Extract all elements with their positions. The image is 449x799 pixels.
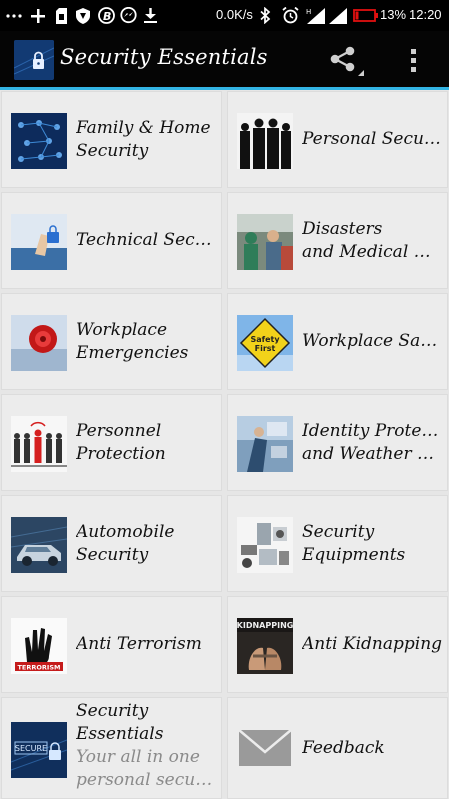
clock-text: 12:20 bbox=[409, 7, 442, 22]
tile-label: Security Essentials Your all in one pers… bbox=[76, 701, 217, 790]
kidnapping-thumb-text: KIDNAPPING bbox=[237, 621, 293, 630]
signal-icon: H bbox=[305, 6, 349, 25]
tile-subtitle: personal security bbox=[76, 770, 217, 790]
fire-alarm-thumb bbox=[11, 315, 67, 371]
equipment-thumb bbox=[237, 517, 293, 573]
battery-percent-text: 13% bbox=[380, 7, 407, 22]
b-icon: B bbox=[97, 6, 115, 25]
tile-anti-terrorism[interactable]: TERRORISM Anti Terrorism bbox=[1, 596, 222, 693]
tile-personnel-protection[interactable]: Personnel Protection bbox=[1, 394, 222, 491]
tile-personal-security[interactable]: Personal Security bbox=[227, 91, 448, 188]
sim-icon bbox=[54, 6, 68, 25]
svg-text:H: H bbox=[306, 8, 311, 16]
bluetooth-icon bbox=[258, 6, 272, 25]
tile-label: Personal Security bbox=[302, 129, 443, 149]
tile-subtitle: Your all in one bbox=[76, 747, 200, 767]
tile-label: Family & Home Security bbox=[76, 117, 211, 161]
overflow-menu-button[interactable] bbox=[400, 45, 428, 77]
safety-first-sign-thumb: Safety First bbox=[237, 315, 293, 371]
category-grid: Family & Home Security Personal Security … bbox=[0, 90, 449, 799]
envelope-icon bbox=[237, 720, 293, 776]
tile-workplace-emergencies[interactable]: Workplace Emergencies bbox=[1, 293, 222, 390]
tile-identity-protection[interactable]: Identity Protectionand Weather Sec... bbox=[227, 394, 448, 491]
family-home-thumb bbox=[11, 113, 67, 169]
car-thumb bbox=[11, 517, 67, 573]
more-icon bbox=[6, 6, 22, 25]
secure-thumb-text: SECURE bbox=[15, 744, 47, 753]
disasters-thumb bbox=[237, 214, 293, 270]
tile-family-home-security[interactable]: Family & Home Security bbox=[1, 91, 222, 188]
app-title: Security Essentials bbox=[60, 45, 268, 69]
tile-technical-security[interactable]: Technical Security bbox=[1, 192, 222, 289]
tile-label: Anti Kidnapping bbox=[302, 634, 443, 654]
share-icon bbox=[330, 46, 364, 76]
tile-feedback[interactable]: Feedback bbox=[227, 697, 448, 799]
tile-label: Technical Security bbox=[76, 230, 217, 250]
tile-security-equipments[interactable]: Security Equipments bbox=[227, 495, 448, 592]
app-logo-icon bbox=[14, 40, 54, 80]
personnel-thumb bbox=[11, 416, 67, 472]
terrorism-thumb-text: TERRORISM bbox=[18, 664, 61, 672]
status-bar: B 0.0K/s H 13% 12:20 bbox=[0, 0, 449, 31]
shield-icon bbox=[75, 6, 91, 25]
personal-security-thumb bbox=[237, 113, 293, 169]
secure-thumb: SECURE bbox=[11, 722, 67, 778]
tile-label: Workplace Safety bbox=[302, 331, 443, 351]
messenger-icon bbox=[119, 6, 137, 25]
plus-icon bbox=[30, 6, 46, 25]
svg-text:B: B bbox=[103, 10, 111, 23]
battery-icon bbox=[352, 6, 378, 25]
alarm-icon bbox=[281, 6, 299, 25]
tile-label: Automobile Security bbox=[76, 521, 175, 565]
tile-workplace-safety[interactable]: Safety First Workplace Safety bbox=[227, 293, 448, 390]
tile-label: Identity Protectionand Weather Sec... bbox=[302, 420, 443, 464]
tile-label: Feedback bbox=[302, 737, 385, 758]
tile-automobile-security[interactable]: Automobile Security bbox=[1, 495, 222, 592]
net-speed-text: 0.0K/s bbox=[216, 7, 253, 22]
svg-text:First: First bbox=[255, 344, 276, 353]
tile-label: Disasters and Medical Em... bbox=[302, 218, 443, 262]
kidnapping-thumb: KIDNAPPING bbox=[237, 618, 293, 674]
tile-label: Anti Terrorism bbox=[76, 634, 202, 654]
technical-security-thumb bbox=[11, 214, 67, 270]
tile-label: Personnel Protection bbox=[76, 420, 166, 464]
tile-anti-kidnapping[interactable]: KIDNAPPING Anti Kidnapping bbox=[227, 596, 448, 693]
app-bar: Security Essentials bbox=[0, 31, 449, 87]
terrorism-thumb: TERRORISM bbox=[11, 618, 67, 674]
share-button[interactable] bbox=[326, 43, 366, 79]
identity-thumb bbox=[237, 416, 293, 472]
svg-text:Safety: Safety bbox=[250, 335, 280, 344]
tile-label: Security Equipments bbox=[302, 521, 406, 565]
tile-label: Workplace Emergencies bbox=[76, 319, 189, 363]
overflow-menu-icon bbox=[411, 49, 416, 72]
tile-security-essentials[interactable]: SECURE Security Essentials Your all in o… bbox=[1, 697, 222, 799]
download-icon bbox=[142, 6, 158, 25]
tile-disasters-medical[interactable]: Disasters and Medical Em... bbox=[227, 192, 448, 289]
